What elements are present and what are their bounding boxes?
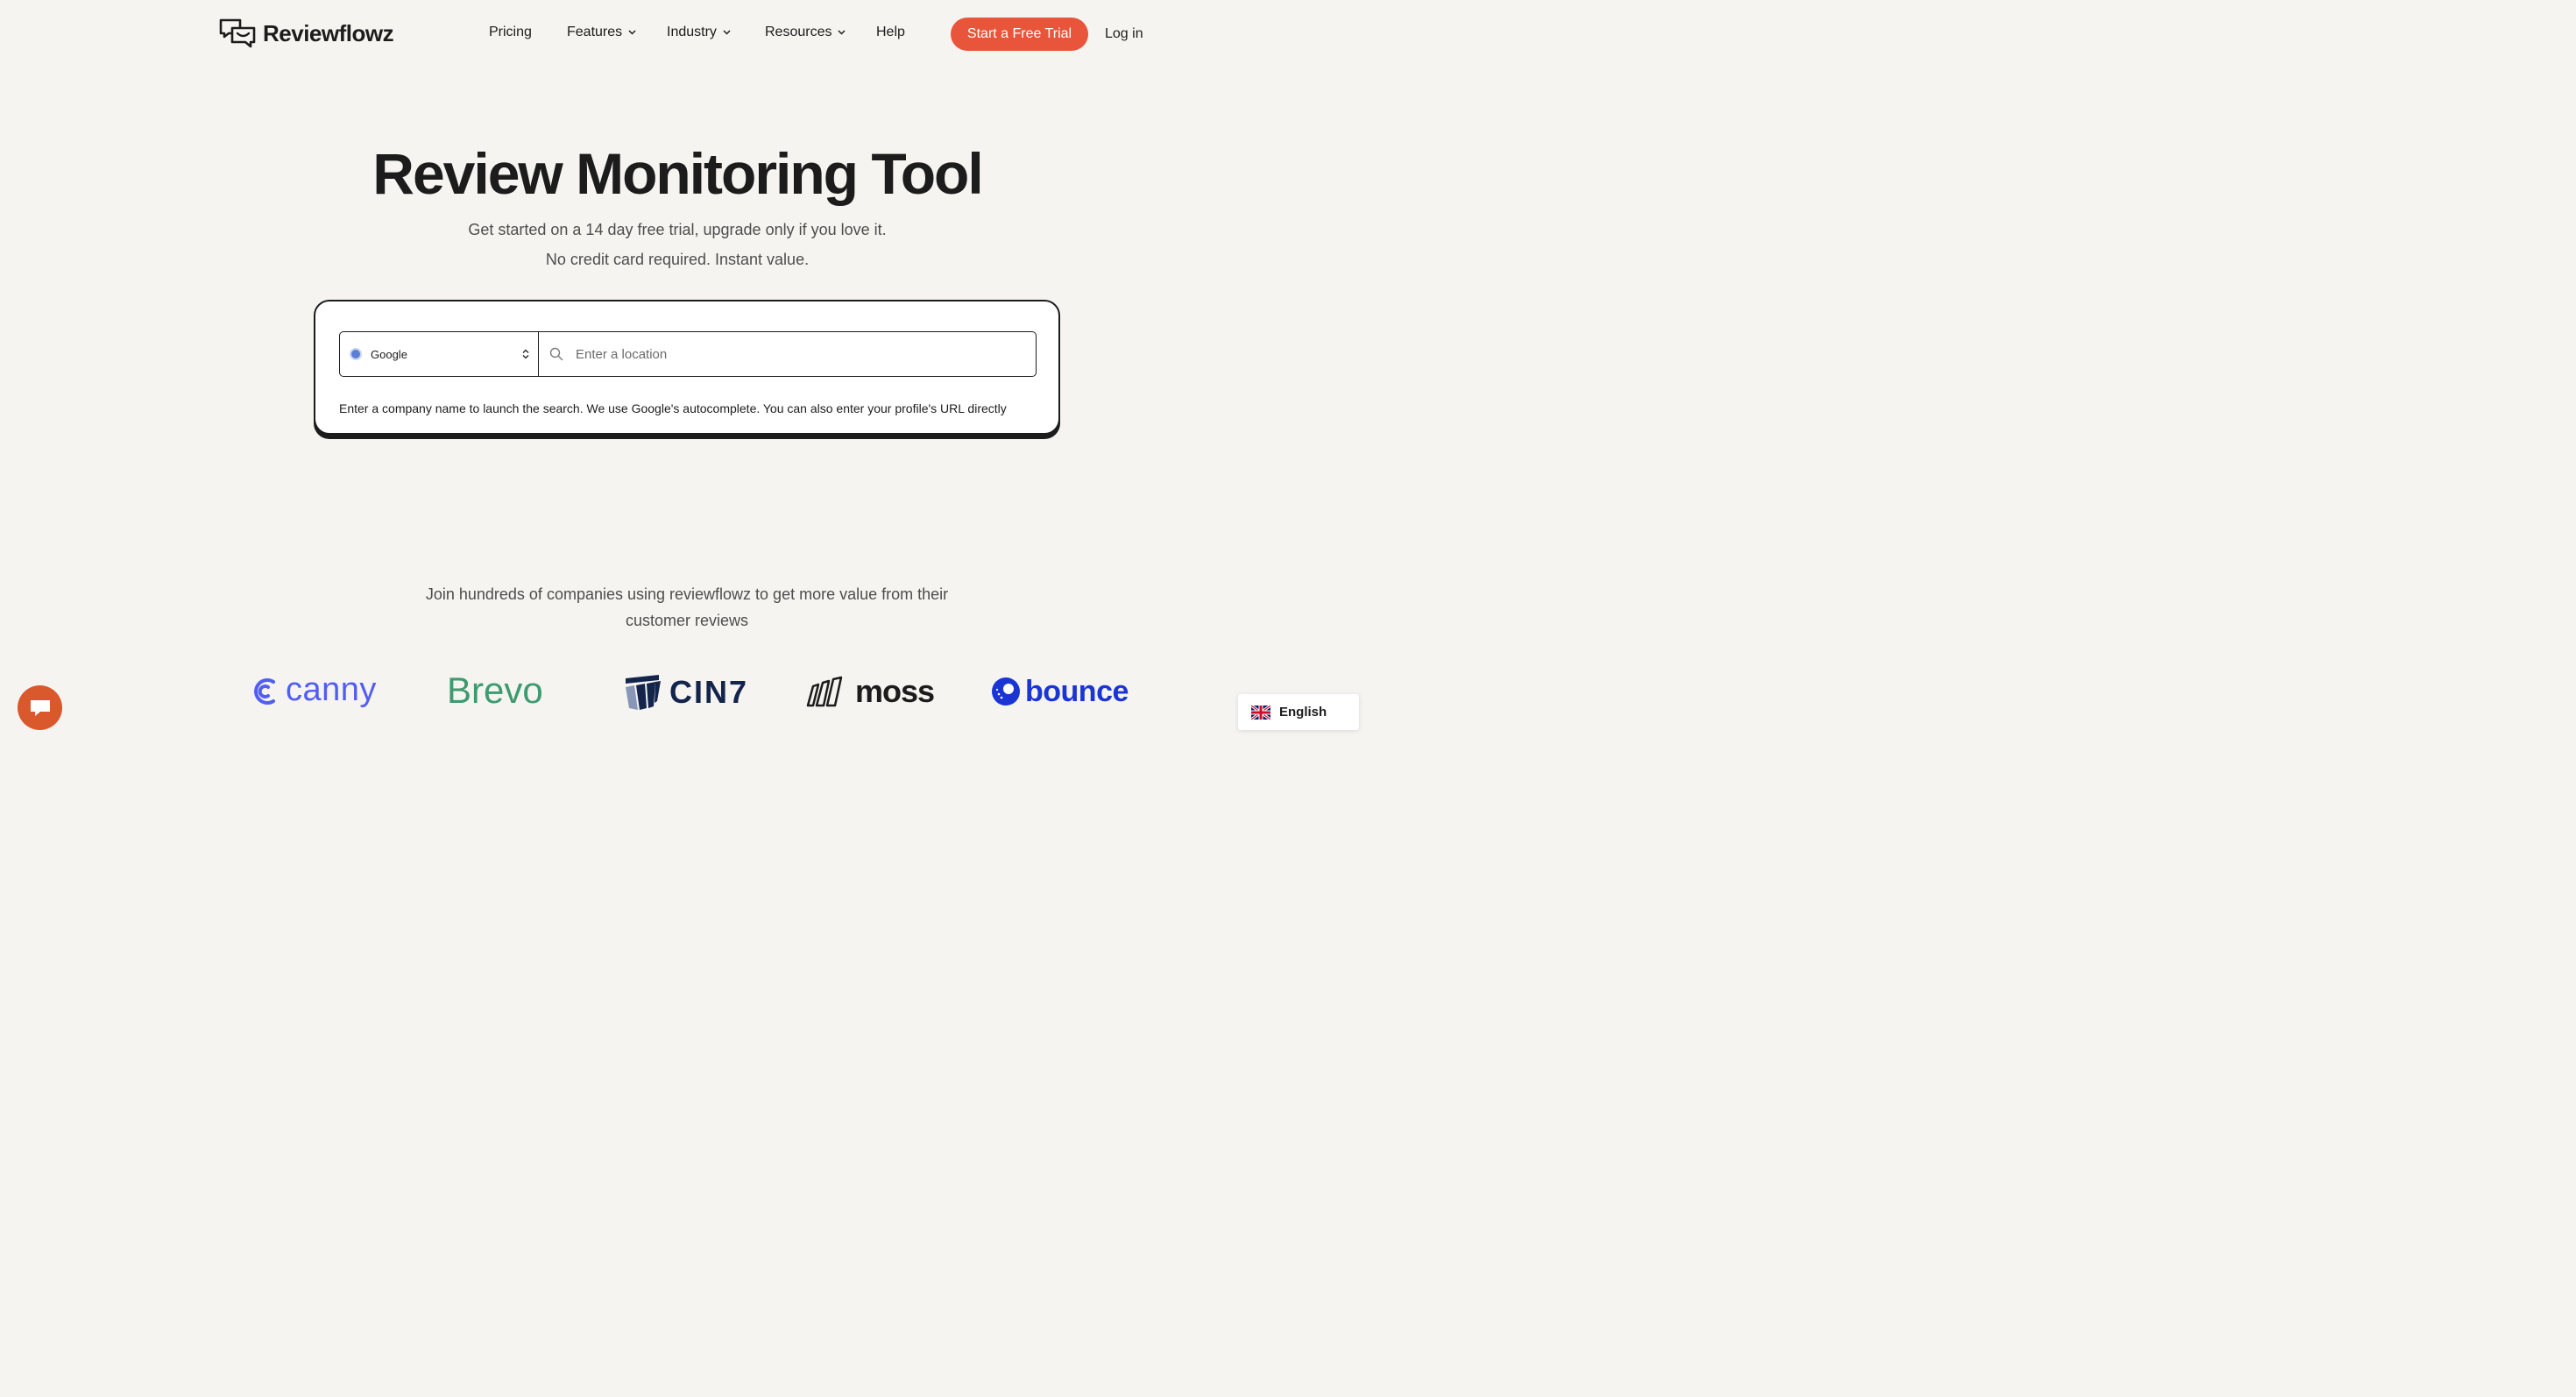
logo[interactable]: Reviewflowz bbox=[219, 18, 394, 48]
chat-launcher-button[interactable] bbox=[18, 685, 62, 730]
nav-item-label: Resources bbox=[765, 25, 832, 39]
language-switcher[interactable]: English bbox=[1238, 694, 1359, 730]
canny-logo: canny bbox=[251, 671, 377, 709]
chevron-down-icon bbox=[723, 30, 731, 35]
logo-wordmark: moss bbox=[855, 673, 935, 709]
platform-select[interactable]: Google bbox=[340, 332, 539, 376]
uk-flag-icon bbox=[1251, 705, 1270, 720]
nav-item-label: Features bbox=[567, 25, 623, 39]
select-arrows-icon bbox=[522, 349, 529, 359]
reviewflowz-logo-icon bbox=[219, 18, 256, 48]
logo-wordmark: Reviewflowz bbox=[263, 19, 394, 46]
location-input[interactable] bbox=[574, 345, 1012, 363]
brevo-logo: Brevo bbox=[447, 670, 543, 712]
nav-item-label: Pricing bbox=[489, 25, 532, 39]
social-proof-text: Join hundreds of companies using reviewf… bbox=[425, 585, 949, 629]
nav-item-features[interactable]: Features bbox=[567, 25, 636, 40]
moss-logo: moss bbox=[806, 673, 935, 710]
logo-wordmark: canny bbox=[286, 671, 377, 708]
nav-item-pricing[interactable]: Pricing bbox=[489, 25, 532, 40]
google-icon bbox=[350, 348, 362, 360]
bounce-logo: bounce bbox=[991, 675, 1129, 709]
start-free-trial-button[interactable]: Start a Free Trial bbox=[951, 18, 1088, 51]
nav-item-label: Help bbox=[876, 25, 905, 39]
location-field-wrapper bbox=[539, 332, 1036, 376]
chevron-down-icon bbox=[838, 30, 846, 35]
nav-item-label: Industry bbox=[667, 25, 717, 39]
canny-mark-icon bbox=[254, 677, 275, 705]
bounce-mark-icon bbox=[992, 677, 1020, 706]
language-label: English bbox=[1279, 705, 1327, 720]
log-in-link[interactable]: Log in bbox=[1105, 26, 1143, 42]
platform-selected-value: Google bbox=[371, 347, 407, 361]
page-title: Review Monitoring Tool bbox=[372, 141, 983, 206]
search-card: Google Enter a company name to launch th… bbox=[314, 300, 1060, 435]
logo-wordmark: Brevo bbox=[447, 670, 543, 711]
nav-item-industry[interactable]: Industry bbox=[667, 25, 731, 40]
search-helper-text: Enter a company name to launch the searc… bbox=[339, 401, 1007, 415]
hero-subtitle-secondary: No credit card required. Instant value. bbox=[545, 251, 810, 268]
moss-mark-icon bbox=[806, 676, 843, 707]
chat-bubble-icon bbox=[30, 699, 50, 716]
chevron-down-icon bbox=[628, 30, 636, 35]
logo-wordmark: CIN7 bbox=[669, 674, 749, 710]
search-icon bbox=[549, 347, 563, 361]
cin7-mark-icon bbox=[626, 675, 661, 710]
cin7-logo: CIN7 bbox=[622, 673, 748, 712]
nav-item-resources[interactable]: Resources bbox=[765, 25, 846, 40]
top-nav: Reviewflowz Pricing Features Industry Re… bbox=[0, 0, 1374, 70]
search-bar: Google bbox=[339, 331, 1037, 377]
nav-item-help[interactable]: Help bbox=[876, 25, 905, 40]
logo-wordmark: bounce bbox=[1025, 675, 1129, 708]
hero-subtitle: Get started on a 14 day free trial, upgr… bbox=[468, 221, 887, 238]
